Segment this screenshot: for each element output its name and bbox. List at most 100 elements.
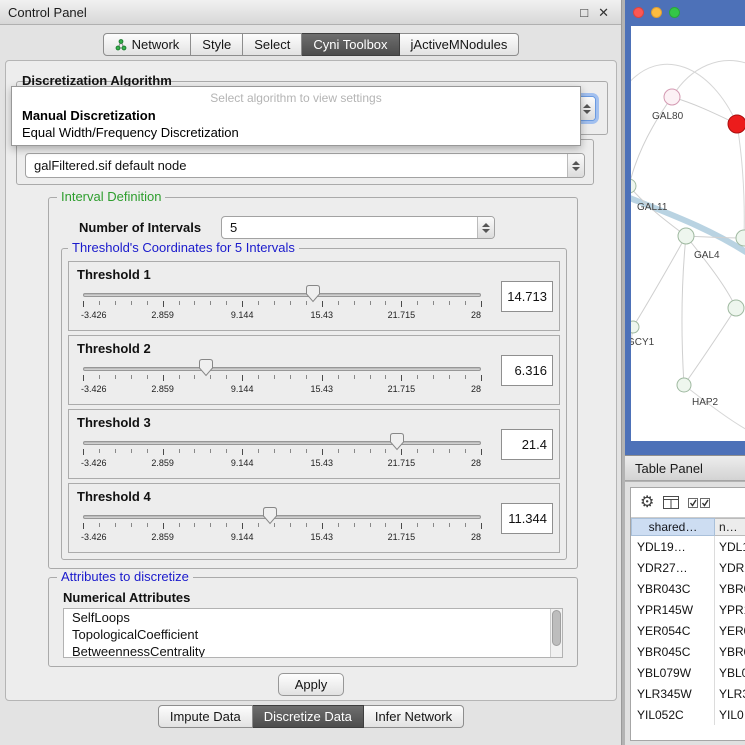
- cell-shared-name: YLR345W: [631, 683, 715, 704]
- table-data-combobox[interactable]: galFiltered.sif default node: [25, 153, 585, 178]
- threshold-label: Threshold 1: [77, 267, 151, 282]
- table-rows: YDL19…YDL1YDR27…YDR2YBR043CYBR0YPR145WYP…: [631, 536, 745, 725]
- network-node-label: GAL4: [694, 250, 720, 261]
- network-node[interactable]: [631, 321, 639, 333]
- slider-thumb[interactable]: [390, 433, 404, 451]
- table-panel: ⚙ shared… n… YDL19…YDL1YDR27…YDR2YBR043C…: [625, 482, 745, 745]
- mac-zoom-button[interactable]: [669, 7, 680, 18]
- network-icon: [115, 39, 127, 51]
- table-toolbar: ⚙: [631, 488, 745, 518]
- scrollbar[interactable]: [550, 609, 562, 657]
- gear-icon[interactable]: ⚙: [640, 495, 654, 511]
- cell-name: YBR0: [715, 641, 745, 662]
- table-columns-icon[interactable]: [663, 496, 679, 509]
- threshold-panel: Threshold 4 -3.4262.8599.14415.4321.71528…: [68, 483, 560, 553]
- window-controls: □ ✕: [580, 6, 621, 19]
- apply-button[interactable]: Apply: [278, 673, 344, 696]
- combo-stepper-icon[interactable]: [567, 154, 584, 177]
- table-row[interactable]: YBL079WYBL0: [631, 662, 745, 683]
- table-row[interactable]: YPR145WYPR1: [631, 599, 745, 620]
- threshold-value-input[interactable]: 21.4: [501, 429, 553, 460]
- slider-thumb[interactable]: [263, 507, 277, 525]
- attribute-list-item[interactable]: SelfLoops: [64, 609, 562, 626]
- slider-ticks: [83, 375, 481, 382]
- scrollbar-thumb[interactable]: [552, 610, 561, 646]
- select-all-checkboxes-icon[interactable]: [688, 498, 710, 508]
- threshold-panel: Threshold 1 -3.4262.8599.14415.4321.71528…: [68, 261, 560, 331]
- threshold-slider[interactable]: -3.4262.8599.14415.4321.71528: [83, 508, 481, 550]
- network-node[interactable]: [664, 89, 680, 105]
- tab-discretize-data-label: Discretize Data: [264, 709, 352, 724]
- tab-style[interactable]: Style: [191, 33, 243, 56]
- tab-infer-network[interactable]: Infer Network: [364, 705, 464, 728]
- table-row[interactable]: YIL052CYIL0: [631, 704, 745, 725]
- numerical-attributes-list[interactable]: SelfLoopsTopologicalCoefficientBetweenne…: [63, 608, 563, 658]
- cell-name: YPR1: [715, 599, 745, 620]
- threshold-label: Threshold 4: [77, 489, 151, 504]
- mac-close-button[interactable]: [633, 7, 644, 18]
- tab-style-label: Style: [202, 37, 231, 52]
- threshold-value-input[interactable]: 11.344: [501, 503, 553, 534]
- table-row[interactable]: YBR045CYBR0: [631, 641, 745, 662]
- combo-stepper-icon[interactable]: [477, 217, 494, 238]
- network-node[interactable]: [678, 228, 694, 244]
- mac-minimize-button[interactable]: [651, 7, 662, 18]
- number-of-intervals-combobox[interactable]: 5: [221, 216, 495, 239]
- thresholds-stack: Threshold 1 -3.4262.8599.14415.4321.71528…: [68, 261, 560, 557]
- tab-select[interactable]: Select: [243, 33, 302, 56]
- tab-discretize-data[interactable]: Discretize Data: [253, 705, 364, 728]
- table-row[interactable]: YDR27…YDR2: [631, 557, 745, 578]
- table-row[interactable]: YLR345WYLR3: [631, 683, 745, 704]
- cyni-toolbox-panel: Discretization Algorithm Select algorith…: [5, 60, 617, 701]
- network-node[interactable]: [677, 378, 691, 392]
- cell-name: YDL1: [715, 536, 745, 557]
- tab-impute-data-label: Impute Data: [170, 709, 241, 724]
- tab-impute-data[interactable]: Impute Data: [158, 705, 253, 728]
- slider-thumb[interactable]: [199, 359, 213, 377]
- tab-cyni-toolbox[interactable]: Cyni Toolbox: [302, 33, 399, 56]
- threshold-label: Threshold 3: [77, 415, 151, 430]
- close-window-icon[interactable]: ✕: [598, 6, 609, 19]
- threshold-slider[interactable]: -3.4262.8599.14415.4321.71528: [83, 360, 481, 402]
- column-header-shared-name[interactable]: shared…: [631, 518, 715, 536]
- slider-ticks: [83, 449, 481, 456]
- threshold-label: Threshold 2: [77, 341, 151, 356]
- network-node-label: GCY1: [631, 337, 655, 348]
- cell-shared-name: YPR145W: [631, 599, 715, 620]
- tab-jactivemnodules[interactable]: jActiveMNodules: [400, 33, 520, 56]
- network-canvas[interactable]: GAL80GAL11GAL4GCY1HAP2: [631, 26, 745, 441]
- threshold-panel: Threshold 2 -3.4262.8599.14415.4321.71528…: [68, 335, 560, 405]
- cell-name: YER0: [715, 620, 745, 641]
- float-window-icon[interactable]: □: [580, 6, 588, 19]
- tab-select-label: Select: [254, 37, 290, 52]
- dropdown-option-manual-discretization[interactable]: Manual Discretization: [12, 107, 580, 124]
- column-header-name[interactable]: n…: [715, 518, 745, 536]
- network-node[interactable]: [631, 179, 636, 193]
- dropdown-options: Manual DiscretizationEqual Width/Frequen…: [12, 107, 580, 141]
- table-data-combobox-value: galFiltered.sif default node: [26, 158, 567, 173]
- attribute-list-item[interactable]: BetweennessCentrality: [64, 643, 562, 658]
- cell-name: YLR3: [715, 683, 745, 704]
- threshold-value-input[interactable]: 6.316: [501, 355, 553, 386]
- tab-infer-network-label: Infer Network: [375, 709, 452, 724]
- table-panel-titlebar: Table Panel: [625, 455, 745, 481]
- network-node[interactable]: [728, 115, 745, 133]
- thresholds-fieldset: Threshold's Coordinates for 5 Intervals …: [61, 248, 567, 560]
- table-row[interactable]: YDL19…YDL1: [631, 536, 745, 557]
- table-row[interactable]: YBR043CYBR0: [631, 578, 745, 599]
- slider-scale: -3.4262.8599.14415.4321.71528: [83, 532, 481, 543]
- attribute-list-item[interactable]: TopologicalCoefficient: [64, 626, 562, 643]
- network-node-label: GAL80: [652, 111, 684, 122]
- tab-network[interactable]: Network: [103, 33, 192, 56]
- table-row[interactable]: YER054CYER0: [631, 620, 745, 641]
- network-node-label: HAP2: [692, 397, 719, 408]
- dropdown-option-equal-width-frequency-discretization[interactable]: Equal Width/Frequency Discretization: [12, 124, 580, 141]
- threshold-slider[interactable]: -3.4262.8599.14415.4321.71528: [83, 286, 481, 328]
- threshold-slider[interactable]: -3.4262.8599.14415.4321.71528: [83, 434, 481, 476]
- slider-thumb[interactable]: [306, 285, 320, 303]
- slider-track: [83, 441, 481, 445]
- network-node[interactable]: [728, 300, 744, 316]
- number-of-intervals-label: Number of Intervals: [79, 220, 201, 235]
- cell-shared-name: YBR043C: [631, 578, 715, 599]
- threshold-value-input[interactable]: 14.713: [501, 281, 553, 312]
